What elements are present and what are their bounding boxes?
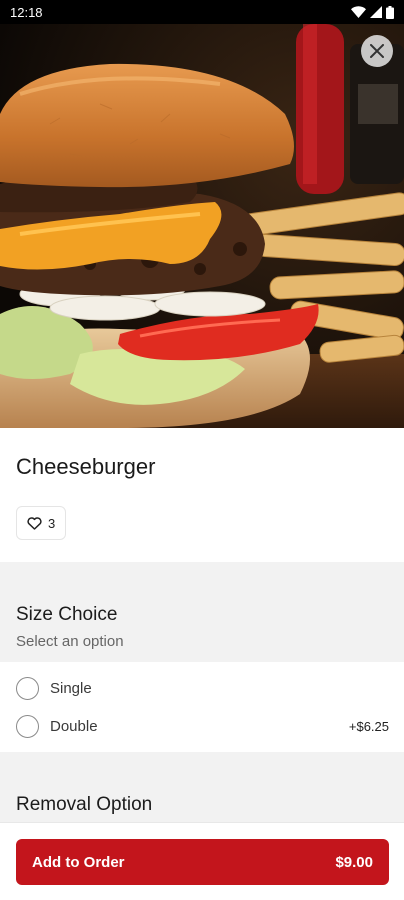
close-button[interactable] (361, 35, 393, 67)
option-label: Double (50, 717, 98, 735)
item-title: Cheeseburger (16, 454, 156, 479)
item-header: Cheeseburger 3 (0, 428, 404, 562)
bottom-bar: Add to Order $9.00 (0, 822, 404, 900)
battery-icon (386, 5, 394, 19)
signal-icon (370, 6, 382, 18)
size-section-title: Size Choice (16, 604, 118, 625)
add-to-order-label: Add to Order (32, 853, 125, 871)
radio-single[interactable] (16, 676, 39, 700)
status-bar: 12:18 (0, 0, 404, 24)
favorite-button[interactable]: 3 (16, 506, 67, 540)
removal-section-title: Removal Option (16, 794, 153, 815)
burger-photo (0, 24, 404, 428)
close-icon (370, 44, 384, 58)
order-total-price: $9.00 (335, 853, 373, 871)
option-price: +$6.25 (348, 718, 389, 734)
option-label: Single (50, 679, 92, 697)
size-section-header: Size Choice Select an option (0, 562, 404, 662)
option-single[interactable]: Single (0, 669, 404, 707)
size-section-subtitle: Select an option (16, 633, 124, 650)
status-icons (351, 5, 394, 19)
radio-double[interactable] (16, 714, 39, 738)
option-double[interactable]: Double +$6.25 (0, 707, 404, 745)
wifi-icon (351, 6, 366, 18)
status-time: 12:18 (10, 4, 43, 20)
add-to-order-button[interactable]: Add to Order $9.00 (16, 839, 389, 885)
hero-image (0, 24, 404, 428)
heart-icon (27, 516, 42, 530)
removal-section-header: Removal Option (0, 752, 404, 822)
favorite-count: 3 (48, 515, 56, 531)
